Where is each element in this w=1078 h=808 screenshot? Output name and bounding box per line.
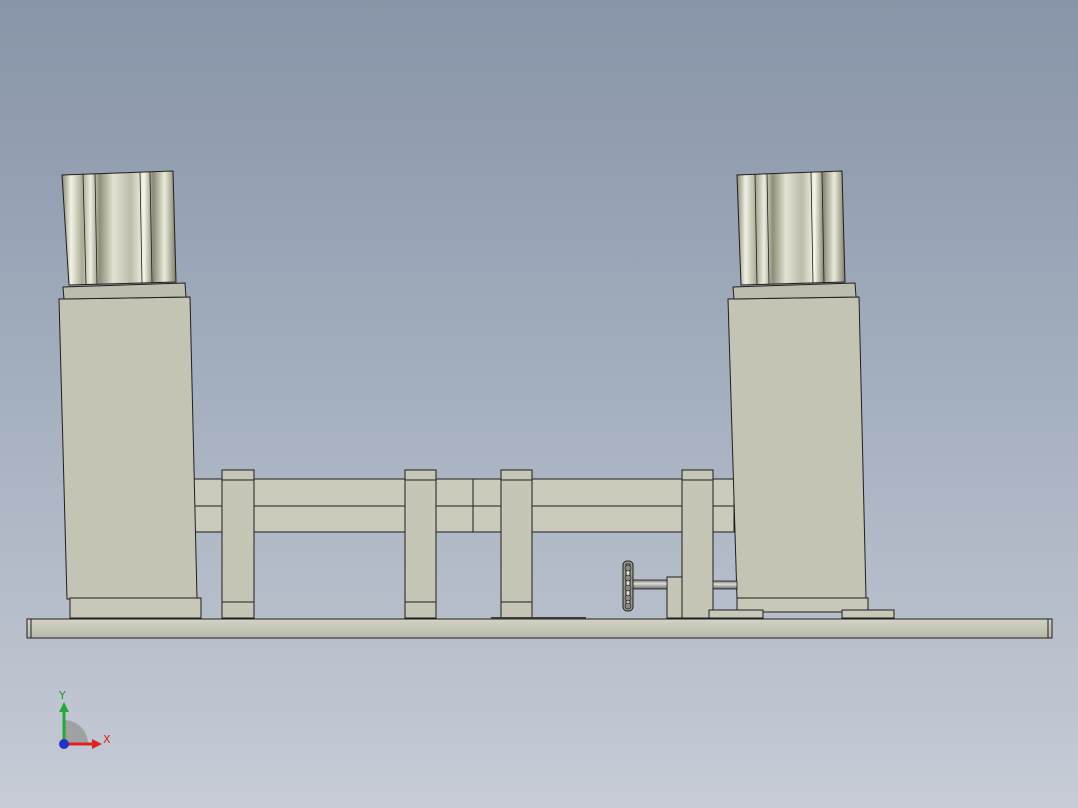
right-foot-pad-1 bbox=[708, 609, 764, 619]
left-cylinder[interactable] bbox=[61, 170, 177, 286]
upper-rail[interactable] bbox=[192, 478, 735, 507]
z-axis-dot-icon bbox=[59, 739, 69, 749]
support-block-4[interactable] bbox=[681, 469, 714, 619]
support-block-1[interactable] bbox=[221, 469, 255, 619]
right-cylinder[interactable] bbox=[736, 170, 846, 286]
support-block-2[interactable] bbox=[404, 469, 437, 619]
base-plate[interactable] bbox=[26, 618, 1053, 639]
lower-rail[interactable] bbox=[192, 505, 735, 533]
graphics-viewport[interactable]: Y X bbox=[0, 0, 1078, 808]
triad-y-label: Y bbox=[59, 689, 66, 702]
cross-rails[interactable] bbox=[192, 478, 735, 533]
assembly-model[interactable] bbox=[0, 0, 1078, 808]
guide-block[interactable] bbox=[666, 576, 683, 619]
triad-arc-icon bbox=[64, 720, 88, 744]
left-column-cap bbox=[62, 282, 187, 300]
x-axis-arrowhead-icon bbox=[92, 739, 102, 749]
right-column-cap bbox=[732, 282, 857, 300]
support-block-3[interactable] bbox=[500, 469, 533, 619]
y-axis-arrowhead-icon bbox=[59, 702, 69, 712]
triad-x-label: X bbox=[103, 733, 111, 746]
triad-graphic bbox=[59, 702, 102, 749]
right-foot-pad-2 bbox=[841, 609, 895, 619]
left-column[interactable] bbox=[58, 282, 202, 619]
shim-plate bbox=[491, 617, 586, 619]
left-column-foot bbox=[69, 597, 202, 619]
handwheel[interactable] bbox=[622, 560, 634, 612]
right-column[interactable] bbox=[708, 282, 895, 619]
